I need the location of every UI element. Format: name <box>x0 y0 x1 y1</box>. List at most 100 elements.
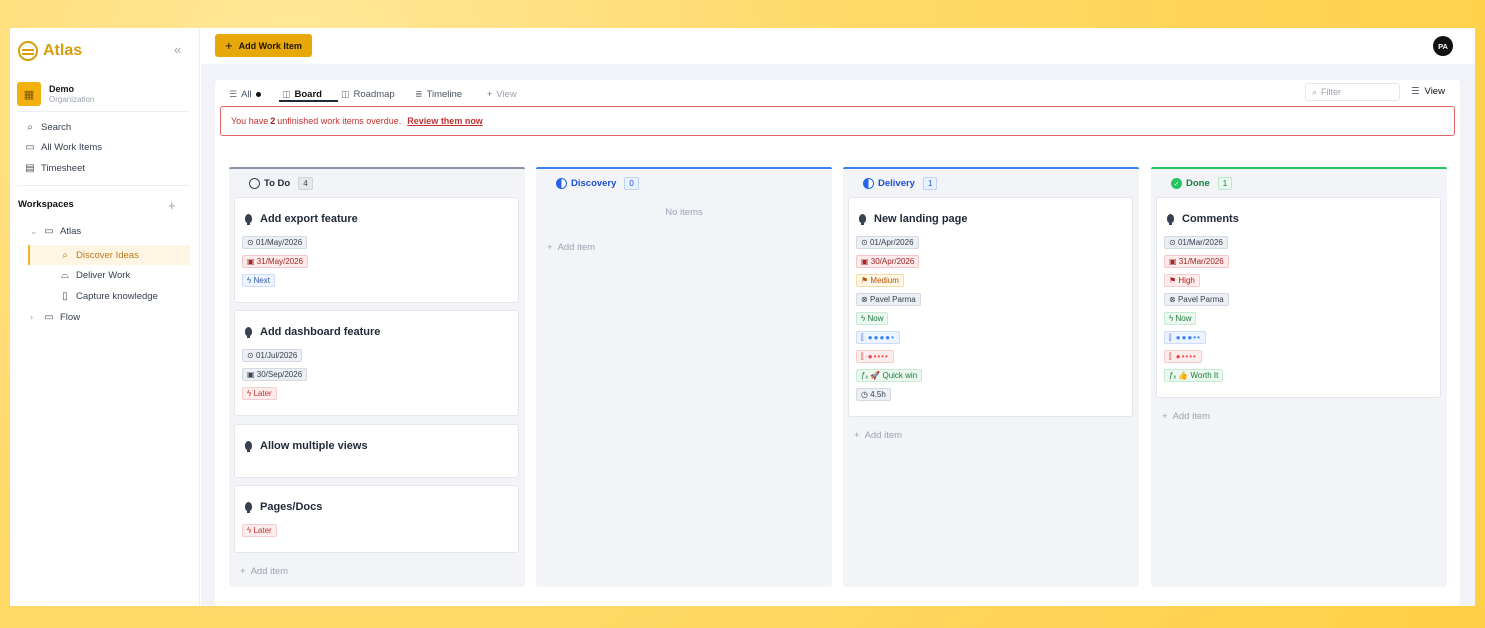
view-options-button[interactable]: ☰ View <box>1411 86 1445 97</box>
tree-label: Atlas <box>60 225 82 237</box>
add-item-label: Add item <box>557 242 596 253</box>
add-item-label: Add item <box>1172 411 1211 422</box>
impact-tag: ⫿ ●●●•• <box>1164 331 1206 344</box>
start-date: 01/Jul/2026 <box>255 351 298 360</box>
add-item-label: Add item <box>864 430 903 441</box>
add-item-button[interactable]: + Add item <box>547 242 595 253</box>
active-tab-indicator <box>279 100 338 102</box>
score-tag: ƒₓ 👍 Worth It <box>1164 369 1224 382</box>
horizon: Later <box>253 526 272 535</box>
card-title: Pages/Docs <box>260 501 323 513</box>
tab-label: View <box>496 88 517 100</box>
impact-rating: ●●●●• <box>867 333 895 342</box>
tab-timeline[interactable]: ≣ Timeline <box>415 86 462 102</box>
card-allow-multiple-views[interactable]: Allow multiple views <box>234 424 519 478</box>
atlas-logo-icon <box>18 41 38 61</box>
organization-switcher[interactable]: ▦ Demo Organization <box>17 82 94 106</box>
column-header[interactable]: Discovery 0 <box>556 177 639 190</box>
start-date: 01/Mar/2026 <box>1177 238 1223 247</box>
add-workspace-button[interactable]: + <box>168 198 176 213</box>
plus-icon: + <box>240 566 246 577</box>
nav-all-work-items[interactable]: ▭ All Work Items <box>24 139 102 155</box>
start-date-tag: ⊙ 01/Mar/2026 <box>1164 236 1228 249</box>
lightbulb-icon <box>245 326 252 338</box>
card-tags: ϟ Later <box>242 524 277 543</box>
view-tabs: ☰ All ◫ Board ◫ Roadmap ≣ Timeline + Vie… <box>215 80 1460 104</box>
tab-roadmap[interactable]: ◫ Roadmap <box>341 86 395 102</box>
sliders-icon: ☰ <box>1411 86 1420 97</box>
tab-all[interactable]: ☰ All <box>229 86 261 102</box>
lightbulb-icon <box>245 440 252 452</box>
end-date-tag: ▣ 31/May/2026 <box>242 255 309 268</box>
org-name: Demo <box>49 84 75 94</box>
table-icon: ▤ <box>25 162 35 174</box>
sidebar: Atlas « ▦ Demo Organization ⌕ Search ▭ A… <box>10 28 200 606</box>
card-comments[interactable]: Comments ⊙ 01/Mar/2026 ▣ 31/Mar/2026 ⚑ H… <box>1156 197 1441 398</box>
horizon-tag: ϟ Next <box>242 274 275 287</box>
half-circle-status-icon <box>863 178 874 189</box>
inbox-icon: ▭ <box>25 141 35 153</box>
nav-timesheet[interactable]: ▤ Timesheet <box>24 160 85 176</box>
tree-item-atlas[interactable]: ⌄ ▭ Atlas <box>30 222 81 240</box>
collapse-sidebar-icon[interactable]: « <box>174 42 181 57</box>
tree-item-deliver-work[interactable]: ⌓ Deliver Work <box>58 266 130 284</box>
add-work-item-button[interactable]: + Add Work Item <box>215 34 312 57</box>
org-subtitle: Organization <box>49 95 95 104</box>
nav-search[interactable]: ⌕ Search <box>24 119 71 135</box>
overdue-alert: You have 2 unfinished work items overdue… <box>220 106 1455 136</box>
horizon: Next <box>253 276 270 285</box>
estimate-tag: ◷ 4.5h <box>856 388 891 401</box>
chevron-right-icon: › <box>30 312 33 322</box>
view-label: View <box>1424 86 1445 97</box>
horizon: Now <box>1175 314 1192 323</box>
filter-input[interactable]: ⌕ Filter <box>1305 83 1400 101</box>
card-add-dashboard-feature[interactable]: Add dashboard feature ⊙ 01/Jul/2026 ▣ 30… <box>234 310 519 416</box>
effort-tag: ⫿ ●•••• <box>1164 350 1202 363</box>
card-new-landing-page[interactable]: New landing page ⊙ 01/Apr/2026 ▣ 30/Apr/… <box>848 197 1133 417</box>
add-view-tab[interactable]: + View <box>487 86 517 102</box>
end-date: 30/Apr/2026 <box>870 257 915 266</box>
column-done: ✓ Done 1 Comments ⊙ 01/Mar/2026 ▣ 31/Mar… <box>1151 167 1447 587</box>
tree-item-capture-knowledge[interactable]: ▯ Capture knowledge <box>58 287 158 305</box>
plus-icon: + <box>1162 411 1168 422</box>
add-item-button[interactable]: + Add item <box>854 430 902 441</box>
assignee: Pavel Parma <box>869 295 916 304</box>
column-header[interactable]: Delivery 1 <box>863 177 938 190</box>
card-pages-docs[interactable]: Pages/Docs ϟ Later <box>234 485 519 553</box>
score: 🚀 Quick win <box>870 371 918 380</box>
column-header[interactable]: To Do 4 <box>249 177 313 190</box>
alert-suffix: unfinished work items overdue. <box>277 116 402 126</box>
card-tags: ⊙ 01/Jul/2026 ▣ 30/Sep/2026 ϟ Later <box>242 349 308 406</box>
add-item-button[interactable]: + Add item <box>240 566 288 577</box>
estimate: 4.5h <box>870 390 886 399</box>
column-header[interactable]: ✓ Done 1 <box>1171 177 1233 190</box>
add-item-button[interactable]: + Add item <box>1162 411 1210 422</box>
divider <box>17 185 190 186</box>
column-accent-bar <box>229 167 525 169</box>
plus-icon: + <box>487 89 493 99</box>
tree-label: Discover Ideas <box>76 249 139 261</box>
start-date: 01/May/2026 <box>255 238 303 247</box>
tree-item-flow[interactable]: › ▭ Flow <box>30 308 80 326</box>
end-date: 31/May/2026 <box>256 257 304 266</box>
card-add-export-feature[interactable]: Add export feature ⊙ 01/May/2026 ▣ 31/Ma… <box>234 197 519 303</box>
end-date: 31/Mar/2026 <box>1178 257 1224 266</box>
plus-icon: + <box>854 430 860 441</box>
avatar[interactable]: PA <box>1433 36 1453 56</box>
tab-label: Board <box>294 88 322 100</box>
column-title: Done <box>1186 178 1210 189</box>
timeline-icon: ≣ <box>415 88 423 99</box>
column-count: 1 <box>922 177 938 190</box>
column-accent-bar <box>536 167 832 169</box>
card-title-row: Pages/Docs <box>245 501 322 513</box>
alert-prefix: You have <box>231 116 269 126</box>
review-link[interactable]: Review them now <box>407 116 483 126</box>
roadmap-icon: ◫ <box>341 88 350 99</box>
column-accent-bar <box>843 167 1139 169</box>
card-title: Allow multiple views <box>260 440 368 452</box>
unsaved-dot-icon <box>255 91 261 97</box>
tree-item-discover-ideas[interactable]: ⌕ Discover Ideas <box>28 245 190 265</box>
list-icon: ☰ <box>229 88 238 99</box>
horizon-tag: ϟ Now <box>1164 312 1197 325</box>
brand[interactable]: Atlas <box>18 40 82 62</box>
